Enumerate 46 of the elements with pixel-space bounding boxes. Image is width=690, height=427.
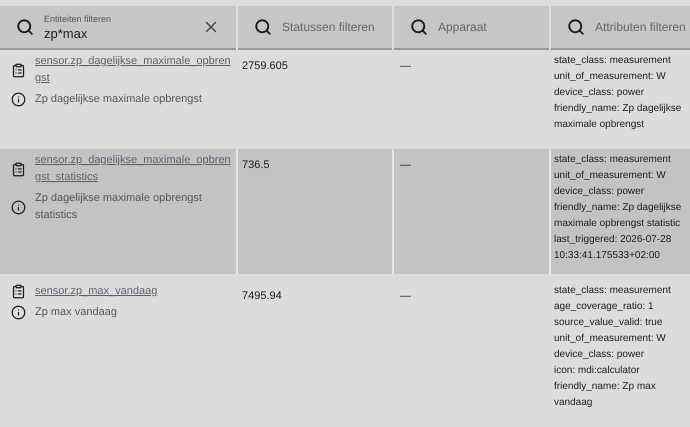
search-icon	[567, 18, 585, 36]
attribute-line: unit_of_measurement: W	[554, 332, 667, 346]
filter-field[interactable]: Apparaat	[394, 6, 549, 50]
search-icon	[254, 18, 272, 36]
field-label: Entiteiten filteren	[44, 14, 112, 24]
device-value: —	[400, 60, 411, 72]
attribute-line: state_class: measurement	[554, 284, 672, 298]
entity-name: Zp dagelijkse maximale opbrengst	[35, 92, 202, 107]
entity-name: Zp max vandaag	[35, 305, 117, 320]
info-icon[interactable]	[11, 200, 26, 214]
attribute-line: last_triggered: 2026-07-28 10:33:41.175533+02:00	[554, 233, 672, 263]
filter-field[interactable]: Entiteiten filteren zp*max	[0, 6, 236, 50]
attribute-line: device_class: power	[554, 348, 646, 362]
state-value: 2759.605	[242, 60, 288, 72]
attribute-line: state_class: measurement	[554, 153, 672, 167]
attribute-line: state_class: measurement	[554, 54, 672, 68]
attribute-line: age_coverage_ratio: 1	[554, 300, 655, 314]
search-icon	[410, 18, 428, 36]
state-value: 736.5	[242, 159, 270, 171]
clipboard-icon[interactable]	[11, 62, 26, 78]
attribute-line: device_class: power	[554, 185, 646, 199]
attribute-line: friendly_name: Zp max vandaag	[554, 380, 657, 410]
clipboard-icon[interactable]	[11, 284, 26, 299]
entity-name: Zp dagelijkse maximale opbrengst statistics	[35, 191, 203, 223]
clipboard-icon[interactable]	[11, 162, 26, 176]
field-placeholder: Attributen filteren	[595, 19, 686, 36]
device-value: —	[400, 159, 411, 171]
search-icon	[16, 18, 34, 36]
info-icon[interactable]	[11, 92, 26, 107]
entity-link[interactable]: sensor.zp_dagelijkse_maximale_opbrengst	[35, 53, 232, 87]
attribute-line: source_value_valid: true	[554, 316, 664, 330]
field-value: zp*max	[44, 26, 88, 40]
entity-link[interactable]: sensor.zp_max_vandaag	[35, 283, 158, 300]
filter-field[interactable]: Attributen filteren	[551, 6, 690, 50]
attribute-line: unit_of_measurement: W	[554, 70, 667, 84]
field-placeholder: Apparaat	[438, 19, 488, 36]
attribute-line: device_class: power	[554, 86, 646, 100]
entity-link[interactable]: sensor.zp_dagelijkse_maximale_opbrengst_statistics	[35, 152, 232, 186]
attribute-line: unit_of_measurement: W	[554, 169, 667, 183]
info-icon[interactable]	[11, 305, 26, 320]
state-value: 7495.94	[242, 290, 282, 302]
attribute-line: friendly_name: Zp dagelijkse maximale opbrengst	[554, 102, 682, 132]
attribute-line: icon: mdi:calculator	[554, 364, 641, 378]
field-placeholder: Statussen filteren	[282, 19, 376, 36]
filter-field[interactable]: Statussen filteren	[238, 6, 392, 50]
device-value: —	[400, 290, 411, 302]
